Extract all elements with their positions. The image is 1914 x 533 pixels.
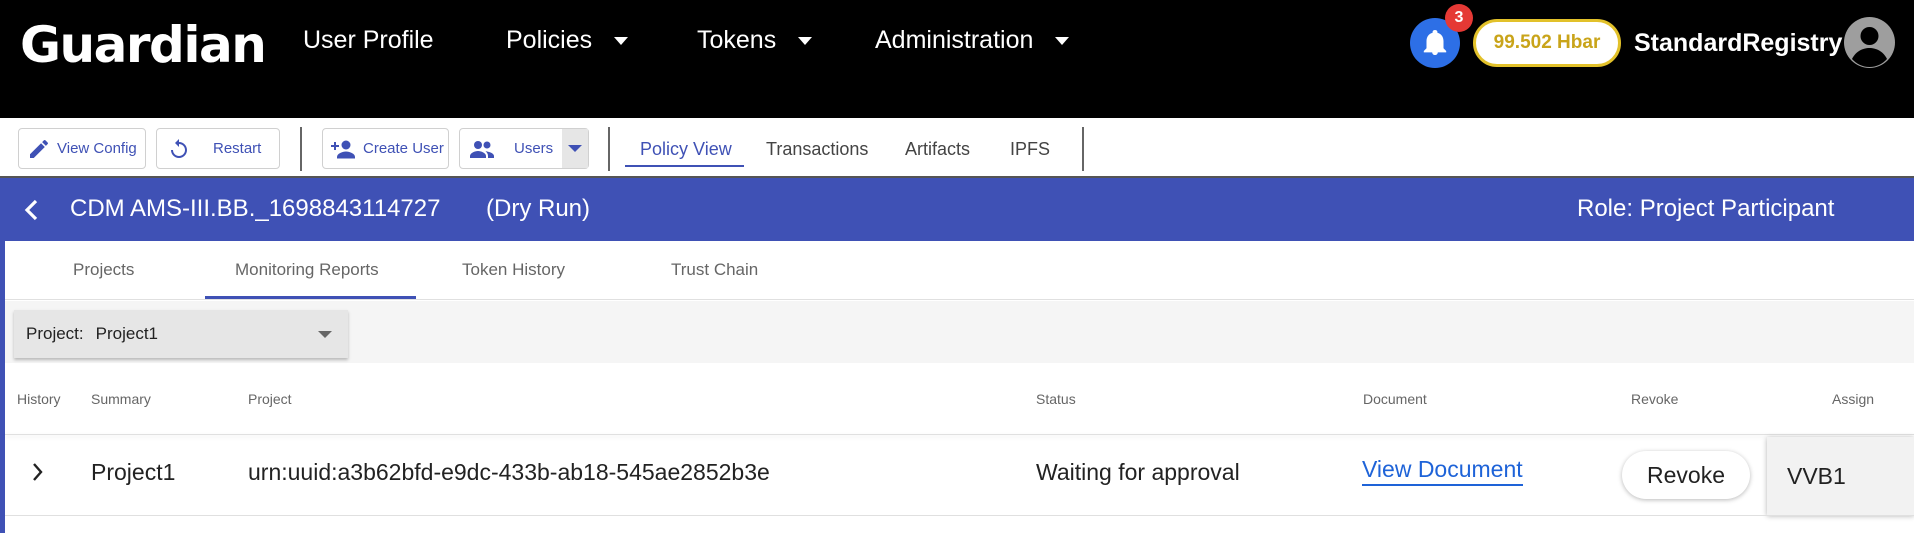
toolbar-divider (300, 127, 302, 171)
project-select[interactable]: Project: Project1 (14, 310, 348, 358)
create-user-button[interactable]: Create User (322, 128, 449, 169)
chevron-left-icon[interactable] (20, 197, 44, 223)
dry-run-label: (Dry Run) (486, 195, 591, 222)
top-header: Guardian User Profile Policies Tokens Ad… (0, 0, 1914, 118)
policy-name: CDM AMS-III.BB._1698843114727 (70, 195, 441, 222)
policy-banner: CDM AMS-III.BB._1698843114727 (Dry Run) … (0, 178, 1914, 241)
caret-down-icon (1055, 36, 1070, 45)
create-user-label: Create User (363, 140, 444, 157)
active-tab-indicator (205, 296, 416, 299)
revoke-button[interactable]: Revoke (1622, 451, 1750, 499)
tab-artifacts[interactable]: Artifacts (905, 139, 970, 160)
caret-down-icon (568, 145, 582, 152)
nav-user-profile[interactable]: User Profile (303, 26, 434, 55)
nav-tokens-label: Tokens (697, 26, 777, 54)
view-config-button[interactable]: View Config (18, 128, 146, 169)
nav-user-profile-label: User Profile (303, 26, 434, 54)
toolbar-divider (1082, 127, 1084, 171)
policy-toolbar: View Config Restart Create User Users Po… (0, 119, 1914, 178)
nav-policies-label: Policies (506, 26, 593, 54)
avatar[interactable] (1844, 17, 1895, 68)
column-header-status: Status (1036, 391, 1076, 407)
column-header-history: History (17, 391, 61, 407)
tab-monitoring-reports[interactable]: Monitoring Reports (235, 260, 379, 280)
active-tab-indicator (625, 165, 744, 167)
users-label: Users (514, 140, 554, 157)
nav-tokens[interactable]: Tokens (697, 26, 813, 55)
toolbar-divider (608, 127, 610, 171)
nav-administration[interactable]: Administration (875, 26, 1070, 55)
table-header-divider (5, 434, 1914, 435)
users-icon (470, 140, 494, 158)
content-tabs: Projects Monitoring Reports Token Histor… (5, 241, 1914, 300)
nav-administration-label: Administration (875, 26, 1034, 54)
tab-policy-view[interactable]: Policy View (640, 139, 732, 160)
column-header-project: Project (248, 391, 292, 407)
row-status: Waiting for approval (1036, 459, 1240, 485)
column-header-revoke: Revoke (1631, 391, 1679, 407)
caret-down-icon (318, 331, 332, 338)
row-project-id: urn:uuid:a3b62bfd-e9dc-433b-ab18-545ae28… (248, 459, 770, 485)
add-user-icon (331, 140, 355, 158)
tab-token-history[interactable]: Token History (462, 260, 565, 280)
balance-badge: 99.502 Hbar (1473, 19, 1621, 67)
restart-icon (171, 138, 187, 158)
view-document-link[interactable]: View Document (1362, 456, 1523, 486)
tab-transactions[interactable]: Transactions (766, 139, 868, 160)
tab-trust-chain[interactable]: Trust Chain (671, 260, 758, 280)
nav-policies[interactable]: Policies (506, 26, 629, 55)
assign-select[interactable]: VVB1 (1767, 437, 1914, 515)
column-header-summary: Summary (91, 391, 151, 407)
row-divider (5, 515, 1914, 516)
filter-bar: Project: Project1 (5, 301, 1914, 363)
restart-button[interactable]: Restart (156, 128, 280, 169)
tab-projects[interactable]: Projects (73, 260, 134, 280)
view-config-label: View Config (57, 140, 137, 157)
pencil-icon (30, 139, 49, 158)
column-header-assign: Assign (1832, 391, 1875, 407)
row-summary: Project1 (91, 459, 176, 485)
users-dropdown-toggle[interactable] (562, 129, 588, 168)
notification-count-badge: 3 (1445, 4, 1473, 32)
caret-down-icon (614, 36, 629, 45)
project-select-value: Project1 (95, 324, 159, 343)
policy-content: Projects Monitoring Reports Token Histor… (0, 241, 1914, 533)
bell-icon (1423, 30, 1447, 55)
project-select-label: Project: (26, 324, 84, 343)
restart-label: Restart (213, 140, 262, 157)
caret-down-icon (798, 36, 813, 45)
users-dropdown-button[interactable]: Users (459, 128, 589, 169)
username: StandardRegistry (1634, 29, 1843, 57)
user-avatar-icon (1852, 27, 1887, 67)
column-header-document: Document (1363, 391, 1427, 407)
role-label: Role: Project Participant (1577, 195, 1835, 222)
chevron-right-icon[interactable] (30, 461, 46, 483)
guardian-logo[interactable]: Guardian (20, 16, 267, 74)
tab-ipfs[interactable]: IPFS (1010, 139, 1050, 160)
